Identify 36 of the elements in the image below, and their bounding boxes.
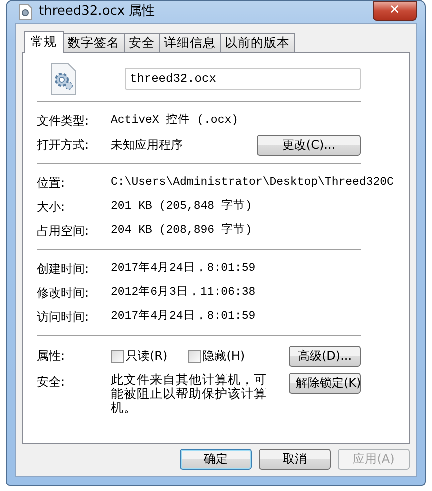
window-title: threed32.ocx 属性 [39,3,156,22]
ok-button[interactable]: 确定 [180,449,252,470]
field-label: 安全: [37,374,66,391]
field-value: 201 KB (205,848 字节) [111,198,252,216]
field-value: 204 KB (208,896 字节) [111,222,252,240]
tab[interactable]: 数字签名 [63,33,125,52]
tab[interactable]: 安全 [124,33,160,52]
change-button[interactable]: 更改(C)... [257,134,361,156]
close-button[interactable]: ✕ [373,1,417,21]
field-label: 位置: [37,175,66,192]
file-name-field[interactable]: threed32.ocx [125,68,361,90]
advanced-button[interactable]: 高级(D)... [289,346,361,366]
unblock-button[interactable]: 解除锁定(K) [289,373,361,394]
checkbox[interactable]: 只读(R) [111,347,168,365]
field-label: 文件类型: [37,113,90,130]
field-label: 打开方式: [37,137,90,154]
tab[interactable]: 详细信息 [159,33,221,52]
field-label: 属性: [37,348,66,365]
cancel-button[interactable]: 取消 [259,449,331,470]
tab[interactable]: 常规 [24,31,64,53]
field-value: 未知应用程序 [111,137,183,154]
field-value: 2012年6月3日，11:06:38 [111,284,256,302]
field-value: 2017年4月24日，8:01:59 [111,260,256,278]
field-label: 占用空间: [37,223,90,240]
field-value: C:\Users\Administrator\Desktop\Threed320C [111,175,394,192]
field-label: 修改时间: [37,285,90,302]
field-value: ActiveX 控件 (.ocx) [111,112,239,130]
field-label: 创建时间: [37,261,90,278]
field-label: 访问时间: [37,309,90,326]
file-icon [19,4,33,20]
gear-file-icon [51,63,77,95]
field-label: 大小: [37,199,66,216]
security-message: 此文件来自其他计算机，可能被阻止以帮助保护该计算机。 [111,373,268,415]
field-value: 2017年4月24日，8:01:59 [111,308,256,326]
tab[interactable]: 以前的版本 [220,33,295,52]
checkbox[interactable]: 隐藏(H) [188,347,246,365]
